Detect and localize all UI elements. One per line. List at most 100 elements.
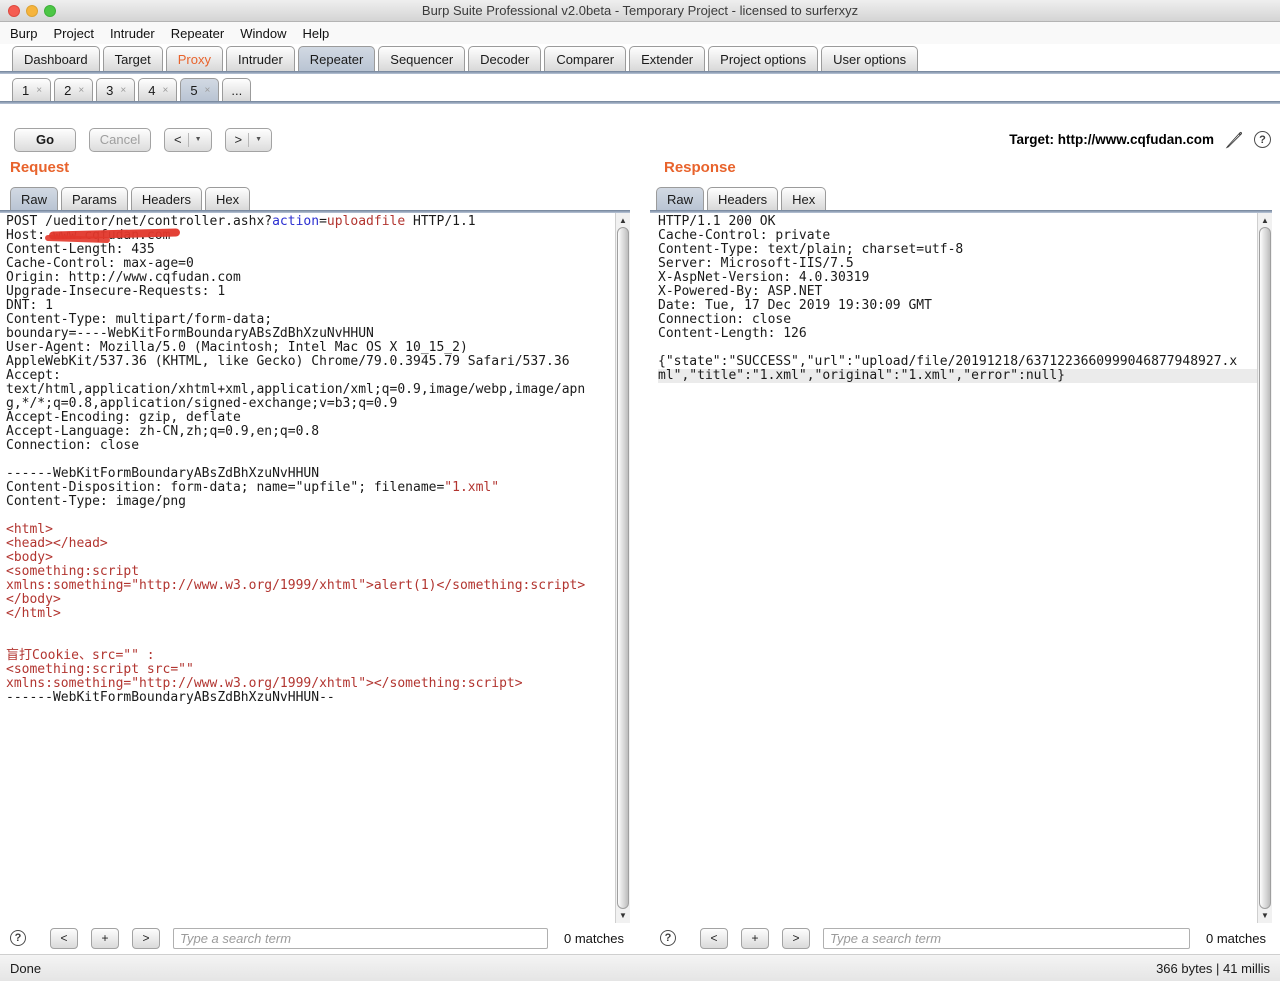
close-tab-icon[interactable]: × [78,85,84,96]
search-add-button[interactable]: + [741,928,769,949]
request-raw-text[interactable]: POST /ueditor/net/controller.ashx?action… [0,215,615,923]
search-help-icon[interactable]: ? [10,930,26,946]
scroll-down-icon[interactable]: ▼ [616,909,630,922]
code-line [6,621,615,635]
code-line: DNT: 1 [6,299,615,313]
main-tab-comparer[interactable]: Comparer [544,46,626,71]
main-tab-extender[interactable]: Extender [629,46,705,71]
request-editor-tabs: RawParamsHeadersHex [0,185,630,210]
forward-request-button[interactable]: > ▼ [225,128,273,152]
response-search-input[interactable] [823,928,1190,949]
request-tab-params[interactable]: Params [61,187,128,210]
menu-item-help[interactable]: Help [294,26,337,41]
close-tab-icon[interactable]: × [205,85,211,96]
code-line: ------WebKitFormBoundaryABsZdBhXzuNvHHUN [6,467,615,481]
cancel-button[interactable]: Cancel [89,128,151,152]
request-tab-hex[interactable]: Hex [205,187,250,210]
repeater-tab-1[interactable]: 1× [12,78,51,101]
chevron-down-icon[interactable]: ▼ [255,136,262,143]
burp-suite-window: Burp Suite Professional v2.0beta - Tempo… [0,0,1280,981]
code-line: <something:script src="" [6,663,615,677]
main-tab-intruder[interactable]: Intruder [226,46,295,71]
response-editor[interactable]: HTTP/1.1 200 OKCache-Control: privateCon… [650,213,1272,923]
repeater-toolbar: Go Cancel < ▼ > ▼ Target: http://www.cqf… [0,104,1280,159]
code-line: ml","title":"1.xml","original":"1.xml","… [658,369,1257,383]
main-tab-sequencer[interactable]: Sequencer [378,46,465,71]
response-scrollbar[interactable]: ▲ ▼ [1257,213,1272,923]
search-prev-button[interactable]: < [50,928,78,949]
code-line: 盲打Cookie、src="" : [6,649,615,663]
back-arrow-icon: < [174,132,182,147]
menu-item-project[interactable]: Project [45,26,101,41]
main-tab-decoder[interactable]: Decoder [468,46,541,71]
message-panels: Request RawParamsHeadersHex POST /uedito… [0,159,1280,953]
response-search-matches: 0 matches [1190,931,1266,946]
main-tab-proxy[interactable]: Proxy [166,46,223,71]
window-controls [8,5,56,17]
close-tab-icon[interactable]: × [36,85,42,96]
back-request-button[interactable]: < ▼ [164,128,212,152]
repeater-tab-3[interactable]: 3× [96,78,135,101]
code-line: Cache-Control: private [658,229,1257,243]
window-title: Burp Suite Professional v2.0beta - Tempo… [0,3,1280,18]
scroll-up-icon[interactable]: ▲ [616,214,630,227]
menu-item-burp[interactable]: Burp [10,26,45,41]
code-line: boundary=----WebKitFormBoundaryABsZdBhXz… [6,327,615,341]
main-tab-project-options[interactable]: Project options [708,46,818,71]
search-help-icon[interactable]: ? [660,930,676,946]
response-tab-headers[interactable]: Headers [707,187,778,210]
code-line: Content-Type: image/png [6,495,615,509]
scroll-up-icon[interactable]: ▲ [1258,214,1272,227]
response-tab-raw[interactable]: Raw [656,187,704,210]
scroll-down-icon[interactable]: ▼ [1258,909,1272,922]
request-tab-headers[interactable]: Headers [131,187,202,210]
request-search-input[interactable] [173,928,548,949]
menu-item-window[interactable]: Window [232,26,294,41]
code-line [6,635,615,649]
chevron-down-icon[interactable]: ▼ [195,136,202,143]
menu-item-intruder[interactable]: Intruder [102,26,163,41]
code-line: User-Agent: Mozilla/5.0 (Macintosh; Inte… [6,341,615,355]
go-button[interactable]: Go [14,128,76,152]
code-line: Origin: http://www.cqfudan.com [6,271,615,285]
repeater-tab-2[interactable]: 2× [54,78,93,101]
menu-item-repeater[interactable]: Repeater [163,26,232,41]
menubar: BurpProjectIntruderRepeaterWindowHelp [0,22,1280,44]
repeater-tab-strip: 1×2×3×4×5×... [0,74,1280,101]
search-next-button[interactable]: > [782,928,810,949]
help-icon[interactable]: ? [1254,131,1271,148]
repeater-tab-4[interactable]: 4× [138,78,177,101]
request-editor[interactable]: POST /ueditor/net/controller.ashx?action… [0,213,630,923]
code-line: X-Powered-By: ASP.NET [658,285,1257,299]
code-line [658,341,1257,355]
scrollbar-thumb[interactable] [617,227,629,909]
request-search-matches: 0 matches [548,931,624,946]
repeater-tab-more[interactable]: ... [222,78,251,101]
search-next-button[interactable]: > [132,928,160,949]
request-tab-raw[interactable]: Raw [10,187,58,210]
response-panel: Response RawHeadersHex HTTP/1.1 200 OKCa… [650,159,1272,953]
edit-target-icon[interactable] [1224,130,1244,150]
response-tab-hex[interactable]: Hex [781,187,826,210]
response-title: Response [650,159,1272,185]
main-tab-strip: DashboardTargetProxyIntruderRepeaterSequ… [0,44,1280,71]
main-tab-user-options[interactable]: User options [821,46,918,71]
main-tab-target[interactable]: Target [103,46,163,71]
close-tab-icon[interactable]: × [120,85,126,96]
main-tab-dashboard[interactable]: Dashboard [12,46,100,71]
code-line: xmlns:something="http://www.w3.org/1999/… [6,579,615,593]
repeater-tab-5[interactable]: 5× [180,78,219,101]
search-add-button[interactable]: + [91,928,119,949]
code-line: Cache-Control: max-age=0 [6,257,615,271]
code-line: Content-Length: 126 [658,327,1257,341]
main-tab-repeater[interactable]: Repeater [298,46,375,71]
request-scrollbar[interactable]: ▲ ▼ [615,213,630,923]
zoom-window-icon[interactable] [44,5,56,17]
scrollbar-thumb[interactable] [1259,227,1271,909]
close-tab-icon[interactable]: × [162,85,168,96]
request-panel: Request RawParamsHeadersHex POST /uedito… [0,159,630,953]
response-raw-text[interactable]: HTTP/1.1 200 OKCache-Control: privateCon… [650,215,1257,923]
close-window-icon[interactable] [8,5,20,17]
search-prev-button[interactable]: < [700,928,728,949]
minimize-window-icon[interactable] [26,5,38,17]
